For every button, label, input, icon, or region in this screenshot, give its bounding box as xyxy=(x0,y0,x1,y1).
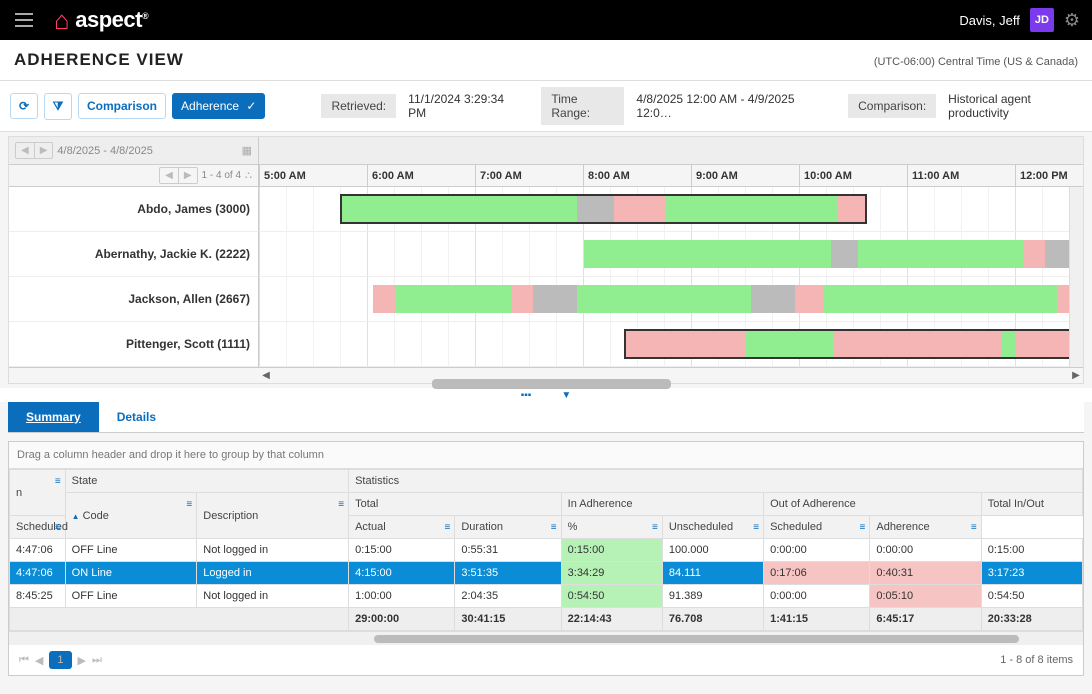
gantt-agent-names: Abdo, James (3000)Abernathy, Jackie K. (… xyxy=(9,187,259,367)
splitter[interactable]: ▪▪▪ ▼ xyxy=(0,388,1092,402)
scroll-left-icon: ◀ xyxy=(259,370,273,381)
page-header: ADHERENCE VIEW (UTC-06:00) Central Time … xyxy=(0,40,1092,81)
timerange-value: 4/8/2025 12:00 AM - 4/9/2025 12:0… xyxy=(632,87,822,125)
brand-text: aspect xyxy=(75,7,148,33)
colgroup-total: Total xyxy=(349,493,562,516)
col-time[interactable]: n≡ xyxy=(10,470,66,516)
logo-icon: ⌂ xyxy=(54,5,69,36)
prev-icon: ◀ xyxy=(16,143,34,158)
col-percent[interactable]: %≡ xyxy=(561,516,662,539)
table-row[interactable]: 8:45:25OFF LineNot logged in1:00:002:04:… xyxy=(10,585,1083,608)
col-unscheduled[interactable]: Unscheduled≡ xyxy=(662,516,763,539)
user-area: Davis, Jeff JD ⚙ xyxy=(959,8,1080,32)
next-icon: ▶ xyxy=(34,143,53,158)
retrieved-value: 11/1/2024 3:29:34 PM xyxy=(404,87,515,125)
col-adherence[interactable]: Adherence≡ xyxy=(870,516,981,539)
col-duration[interactable]: Duration≡ xyxy=(455,516,561,539)
gantt-pager: ◀▶ 1 - 4 of 4 ⛬ xyxy=(9,165,259,186)
colgroup-statistics: Statistics xyxy=(349,470,1083,493)
gantt-time-axis: 5:00 AM6:00 AM7:00 AM8:00 AM9:00 AM10:00… xyxy=(259,165,1083,186)
comparison-button[interactable]: Comparison xyxy=(78,93,166,119)
hour-label: 11:00 AM xyxy=(907,165,1015,186)
hour-label: 10:00 AM xyxy=(799,165,907,186)
adherence-button[interactable]: Adherence ✓ xyxy=(172,93,265,119)
colgroup-out-of-adherence: Out of Adherence xyxy=(764,493,982,516)
col-menu-icon: ≡ xyxy=(55,476,61,487)
pager-current-page[interactable]: 1 xyxy=(49,651,71,669)
col-scheduled[interactable]: Scheduled≡ xyxy=(10,516,66,539)
toolbar: ⟳ ⧩ Comparison Adherence ✓ Retrieved: 11… xyxy=(0,81,1092,132)
timezone-label: (UTC-06:00) Central Time (US & Canada) xyxy=(874,56,1078,68)
chevron-down-icon: ▼ xyxy=(561,390,571,401)
gantt-track-row[interactable] xyxy=(259,322,1069,367)
pager-items: 1 - 8 of 8 items xyxy=(1000,654,1073,666)
agent-name-cell[interactable]: Jackson, Allen (2667) xyxy=(9,277,258,322)
agent-name-cell[interactable]: Abernathy, Jackie K. (2222) xyxy=(9,232,258,277)
comparison-value: Historical agent productivity xyxy=(944,87,1082,125)
hour-label: 7:00 AM xyxy=(475,165,583,186)
col-code[interactable]: Code≡ xyxy=(65,493,197,539)
grid-pager: ⏮ ◀ 1 ▶ ⏭ 1 - 8 of 8 items xyxy=(9,645,1083,675)
gear-icon[interactable]: ⚙ xyxy=(1064,10,1080,31)
schedule-bar[interactable] xyxy=(624,329,1070,359)
gantt-chart: ◀▶ 4/8/2025 - 4/8/2025 ▦ ◀▶ 1 - 4 of 4 ⛬… xyxy=(8,136,1084,384)
user-name: Davis, Jeff xyxy=(959,13,1019,28)
topbar: ⌂ aspect Davis, Jeff JD ⚙ xyxy=(0,0,1092,40)
hour-label: 6:00 AM xyxy=(367,165,475,186)
refresh-button[interactable]: ⟳ xyxy=(10,93,38,119)
tabs: Summary Details xyxy=(8,402,1084,433)
colgroup-state: State xyxy=(65,470,348,493)
gantt-hscroll[interactable]: ◀ ▶ xyxy=(9,367,1083,383)
group-icon[interactable]: ⛬ xyxy=(245,170,252,181)
schedule-bar[interactable] xyxy=(583,239,1069,269)
gantt-track-row[interactable] xyxy=(259,277,1069,322)
table-row[interactable]: 4:47:06ON LineLogged in4:15:003:51:353:3… xyxy=(10,562,1083,585)
hour-label: 9:00 AM xyxy=(691,165,799,186)
pager-last-icon[interactable]: ⏭ xyxy=(92,654,102,667)
menu-icon[interactable] xyxy=(12,8,36,32)
col-description[interactable]: Description≡ xyxy=(197,493,349,539)
calendar-icon[interactable]: ▦ xyxy=(242,144,252,157)
gantt-tracks[interactable] xyxy=(259,187,1069,367)
avatar[interactable]: JD xyxy=(1030,8,1054,32)
page-nav[interactable]: ◀▶ xyxy=(159,167,197,184)
col-scheduled2[interactable]: Scheduled≡ xyxy=(764,516,870,539)
gantt-date-range: ◀▶ 4/8/2025 - 4/8/2025 ▦ xyxy=(9,137,259,164)
colgroup-in-adherence: In Adherence xyxy=(561,493,763,516)
schedule-bar[interactable] xyxy=(340,194,867,224)
scroll-right-icon: ▶ xyxy=(1069,370,1083,381)
schedule-bar[interactable] xyxy=(372,284,1069,314)
hour-label: 12:00 PM xyxy=(1015,165,1083,186)
grid-hscroll[interactable] xyxy=(9,631,1083,645)
pager-prev-icon[interactable]: ◀ xyxy=(35,654,43,667)
colgroup-total-inout: Total In/Out xyxy=(981,493,1082,516)
tab-details[interactable]: Details xyxy=(99,402,174,432)
timerange-label: Time Range: xyxy=(541,87,624,125)
brand-logo[interactable]: ⌂ aspect xyxy=(54,5,148,36)
retrieved-label: Retrieved: xyxy=(321,94,396,118)
gantt-track-row[interactable] xyxy=(259,232,1069,277)
tab-summary[interactable]: Summary xyxy=(8,402,99,432)
filter-button[interactable]: ⧩ xyxy=(44,93,72,120)
gantt-track-row[interactable] xyxy=(259,187,1069,232)
hour-label: 8:00 AM xyxy=(583,165,691,186)
pager-first-icon[interactable]: ⏮ xyxy=(19,654,29,667)
grid-footer-row: 29:00:00 30:41:15 22:14:43 76.708 1:41:1… xyxy=(10,608,1083,631)
date-nav[interactable]: ◀▶ xyxy=(15,142,53,159)
data-grid: Drag a column header and drop it here to… xyxy=(8,441,1084,676)
gantt-vscroll[interactable] xyxy=(1069,187,1083,367)
agent-name-cell[interactable]: Pittenger, Scott (1111) xyxy=(9,322,258,367)
group-by-hint[interactable]: Drag a column header and drop it here to… xyxy=(9,442,1083,469)
table-row[interactable]: 4:47:06OFF LineNot logged in0:15:000:55:… xyxy=(10,539,1083,562)
col-actual[interactable]: Actual≡ xyxy=(349,516,455,539)
hour-label: 5:00 AM xyxy=(259,165,367,186)
pager-next-icon[interactable]: ▶ xyxy=(78,654,86,667)
comparison-label: Comparison: xyxy=(848,94,936,118)
agent-name-cell[interactable]: Abdo, James (3000) xyxy=(9,187,258,232)
page-title: ADHERENCE VIEW xyxy=(14,50,184,70)
grip-icon: ▪▪▪ xyxy=(521,390,532,401)
